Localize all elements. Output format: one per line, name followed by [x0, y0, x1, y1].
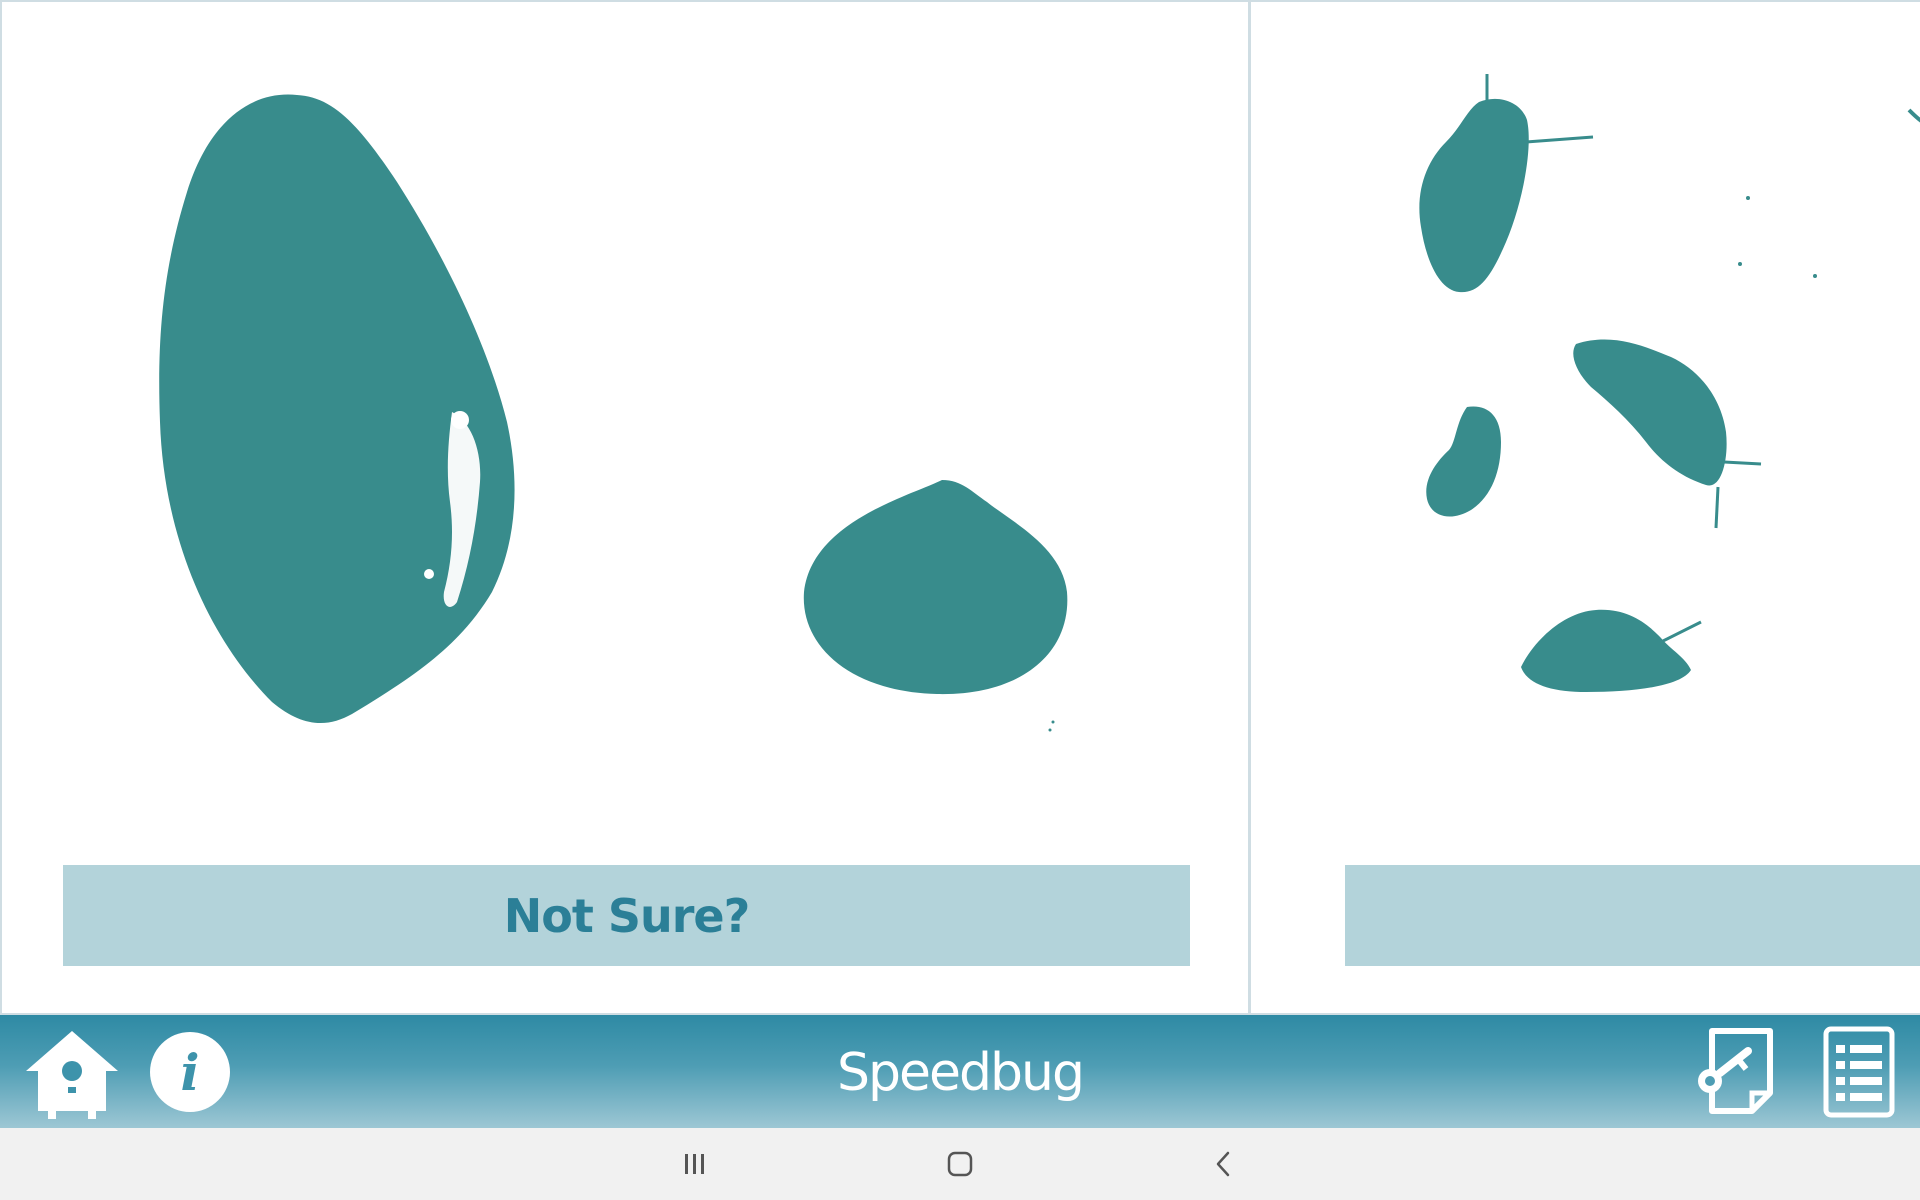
key-document-icon	[1698, 1028, 1773, 1114]
info-icon: i	[150, 1032, 230, 1112]
back-icon	[1216, 1151, 1230, 1177]
choice-stage: Not Sure?	[0, 0, 1920, 1015]
not-sure-label: Not Sure?	[503, 888, 751, 943]
recents-icon	[685, 1154, 704, 1174]
app-title: Speedbug	[837, 1043, 1085, 1103]
list-icon	[1823, 1026, 1895, 1118]
choice-panel-left[interactable]: Not Sure?	[0, 0, 1250, 1015]
info-button[interactable]: i	[148, 1025, 232, 1119]
system-home-button[interactable]	[930, 1142, 990, 1186]
silhouette-illustration-right	[1419, 74, 1920, 692]
home-button[interactable]	[22, 1025, 122, 1119]
choice-panel-right[interactable]	[1249, 0, 1920, 1015]
list-button[interactable]	[1822, 1025, 1896, 1119]
choice-button-right[interactable]	[1345, 865, 1920, 966]
silhouette-illustration-left	[159, 94, 1068, 732]
recents-button[interactable]	[665, 1142, 725, 1186]
not-sure-button[interactable]: Not Sure?	[63, 865, 1190, 966]
system-navigation-bar	[0, 1128, 1920, 1200]
back-button[interactable]	[1193, 1142, 1253, 1186]
home-icon	[947, 1151, 973, 1177]
svg-text:i: i	[181, 1043, 200, 1102]
key-button[interactable]	[1696, 1025, 1780, 1119]
birdhouse-home-icon	[26, 1031, 118, 1119]
